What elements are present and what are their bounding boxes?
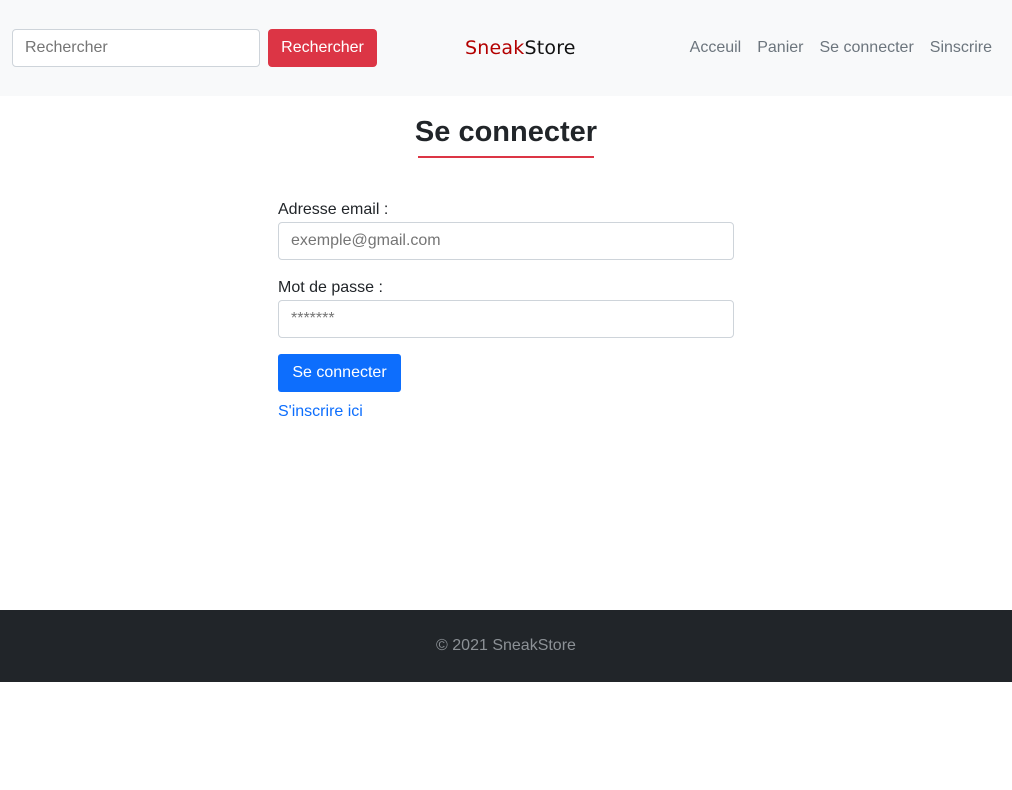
login-button[interactable]: Se connecter xyxy=(278,354,401,392)
register-link[interactable]: S'inscrire ici xyxy=(278,402,363,422)
main-nav: Acceuil Panier Se connecter Sinscrire xyxy=(690,38,992,58)
footer: © 2021 SneakStore xyxy=(0,610,1012,682)
navbar: Rechercher SneakStore Acceuil Panier Se … xyxy=(0,0,1012,96)
page-title: Se connecter xyxy=(414,116,598,148)
email-field[interactable] xyxy=(278,222,734,260)
nav-link-login[interactable]: Se connecter xyxy=(819,38,913,58)
password-field[interactable] xyxy=(278,300,734,338)
brand-logo-part1: Sneak xyxy=(465,37,525,59)
brand-logo-part2: Store xyxy=(524,37,576,59)
footer-copyright: © 2021 SneakStore xyxy=(436,637,576,654)
search-button[interactable]: Rechercher xyxy=(268,29,377,67)
nav-link-cart[interactable]: Panier xyxy=(757,38,803,58)
password-label: Mot de passe : xyxy=(278,279,383,296)
nav-link-register[interactable]: Sinscrire xyxy=(930,38,992,58)
title-underline xyxy=(418,156,594,158)
nav-link-home[interactable]: Acceuil xyxy=(690,38,742,58)
brand-logo[interactable]: SneakStore xyxy=(465,34,576,62)
email-label: Adresse email : xyxy=(278,201,389,218)
search-input[interactable] xyxy=(12,29,260,67)
